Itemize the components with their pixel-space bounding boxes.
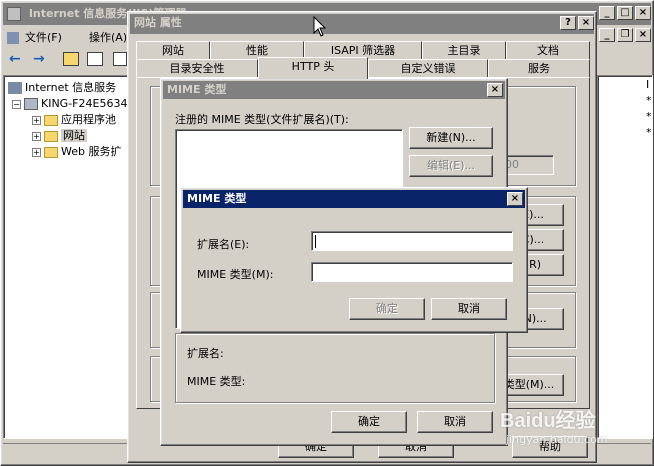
minimize-button[interactable]: _: [599, 6, 615, 20]
mime-new-button[interactable]: 新建(N)...: [409, 127, 493, 149]
detail-extension-label: 扩展名:: [187, 347, 224, 360]
watermark-brand: Baidu经验: [500, 410, 596, 432]
result-pane: I * * *: [597, 75, 653, 439]
mdi-restore-button[interactable]: ❐: [617, 28, 633, 42]
back-arrow-icon[interactable]: ←: [9, 51, 21, 67]
mime-dialog-title: MIME 类型: [187, 192, 247, 205]
mime-list-close-button[interactable]: ×: [487, 83, 503, 97]
mime-dialog-titlebar[interactable]: MIME 类型: [183, 190, 525, 208]
mdi-close-button[interactable]: ×: [635, 28, 651, 42]
properties-close-button[interactable]: ×: [578, 16, 594, 30]
tree-computer[interactable]: − KING-F24E5634: [12, 96, 127, 112]
extension-input[interactable]: [311, 231, 513, 251]
forward-arrow-icon[interactable]: →: [33, 51, 45, 67]
mime-type-label: MIME 类型(M):: [197, 268, 274, 281]
mime-dialog-cancel-button[interactable]: 取消: [431, 298, 507, 320]
result-value: *: [646, 94, 652, 107]
properties-titlebar[interactable]: 网站 属性: [130, 14, 594, 34]
tab-directory-security[interactable]: 目录安全性: [136, 59, 258, 78]
tab-website[interactable]: 网站: [136, 41, 210, 60]
tree-item-app-pools[interactable]: + 应用程序池: [32, 112, 116, 128]
expand-icon[interactable]: +: [32, 147, 41, 157]
registered-mime-label: 注册的 MIME 类型(文件扩展名)(T):: [175, 113, 349, 126]
tab-http-headers[interactable]: HTTP 头: [258, 57, 368, 79]
mime-dialog-ok-button[interactable]: 确定: [349, 298, 425, 320]
mime-list-titlebar[interactable]: MIME 类型: [163, 81, 505, 99]
iis-root-icon: [8, 82, 22, 94]
mmc-doc-icon: [7, 32, 19, 44]
mime-dialog-close-button[interactable]: ×: [507, 192, 523, 206]
folder-icon: [44, 146, 58, 158]
folder-icon: [44, 114, 58, 126]
result-column-header[interactable]: I: [646, 78, 649, 91]
result-value: *: [646, 126, 652, 139]
properties-help-button[interactable]: ?: [560, 16, 576, 30]
tab-home-directory[interactable]: 主目录: [422, 41, 506, 60]
iis-app-icon: [7, 7, 21, 21]
tab-service[interactable]: 服务: [488, 59, 590, 78]
mmc-close-button[interactable]: ×: [635, 6, 651, 20]
expand-icon[interactable]: +: [32, 131, 41, 141]
folder-icon: [44, 130, 58, 142]
mime-list-ok-button[interactable]: 确定: [331, 411, 407, 433]
expand-icon[interactable]: +: [32, 115, 41, 125]
show-tree-icon[interactable]: [87, 52, 103, 66]
mime-type-input-dialog: MIME 类型 × 扩展名(E): MIME 类型(M): 确定 取消: [180, 187, 528, 333]
watermark-url: jingyan.baidu.com: [506, 433, 608, 446]
mime-list-cancel-button[interactable]: 取消: [417, 411, 493, 433]
mouse-cursor-icon: [313, 16, 327, 37]
baidu-watermark: Baidu经验 jingyan.baidu.com: [500, 404, 650, 454]
text-caret: [315, 235, 316, 248]
properties-icon[interactable]: [113, 52, 127, 66]
up-folder-icon[interactable]: [63, 52, 79, 66]
mime-edit-button[interactable]: 编辑(E)...: [409, 155, 493, 177]
mime-list-title: MIME 类型: [167, 83, 227, 96]
computer-icon: [24, 98, 38, 110]
menu-item-file[interactable]: 文件(F): [7, 29, 62, 45]
maximize-button[interactable]: □: [617, 6, 633, 20]
mdi-minimize-button[interactable]: _: [599, 28, 615, 42]
extension-label: 扩展名(E):: [197, 238, 250, 251]
detail-mime-label: MIME 类型:: [187, 375, 246, 388]
mime-details-group: [175, 333, 495, 403]
tab-documents[interactable]: 文档: [506, 41, 590, 60]
tab-custom-errors[interactable]: 自定义错误: [368, 59, 488, 78]
tree-pane: Internet 信息服务 − KING-F24E5634 + 应用程序池 + 网站 …: [3, 75, 131, 439]
tree-item-websites[interactable]: + 网站: [32, 128, 87, 144]
tree-item-web-ext[interactable]: + Web 服务扩: [32, 144, 121, 160]
result-value: *: [646, 110, 652, 123]
collapse-icon[interactable]: −: [12, 99, 21, 109]
tree-root-iis[interactable]: Internet 信息服务: [8, 80, 116, 96]
properties-title: 网站 属性: [134, 16, 182, 29]
mime-type-input[interactable]: [311, 262, 513, 282]
menu-item-action[interactable]: 操作(A): [89, 29, 127, 45]
